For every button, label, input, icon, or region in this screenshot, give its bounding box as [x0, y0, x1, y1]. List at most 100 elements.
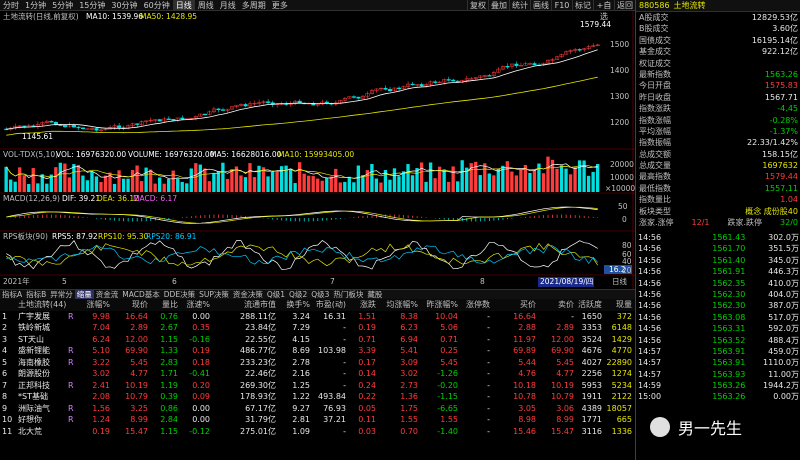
tick-row: 14:59 1563.26 1944.2万 [636, 380, 800, 391]
table-row[interactable]: 8 *ST基础 2.08 10.79 0.39 0.09 178.93亿 1.22 493.84… [0, 391, 635, 403]
chart-tool-button[interactable]: 复权 [467, 0, 488, 11]
period-tab[interactable]: 更多 [269, 0, 291, 11]
tick-v: 1110.0万 [763, 358, 800, 368]
cell-bid: 15.46 [513, 426, 536, 436]
column-header[interactable]: 现价 [112, 299, 148, 311]
vol-tick-20000: 20000 [610, 160, 634, 169]
column-header[interactable]: 涨速% [180, 299, 210, 311]
cell-bid: 5.44 [518, 357, 536, 367]
column-header[interactable]: 买价 [496, 299, 536, 311]
column-header[interactable]: 土地流转(44) [18, 299, 68, 311]
tick-v: 592.0万 [768, 324, 800, 334]
indicator-tab[interactable]: 异常分 [48, 290, 75, 300]
column-header[interactable]: 活跃度 [574, 299, 602, 311]
rps5-readout: RPS5: 87.92 [52, 232, 98, 241]
table-row[interactable]: 7 正邦科技 R 2.41 10.19 1.19 0.20 269.30亿 1.25 - 0.24 2… [0, 380, 635, 392]
table-row[interactable]: 11 北大荒 0.19 15.47 1.15 -0.12 275.01亿 1.09 - 0.03 0… [0, 426, 635, 438]
column-header[interactable]: 均涨幅% [380, 299, 418, 311]
cell-n: 11 [2, 426, 13, 436]
macd-bar [353, 217, 355, 218]
cell-price: 69.90 [125, 346, 148, 355]
chart-tool-button[interactable]: 画线 [530, 0, 551, 11]
period-tab[interactable]: 1分钟 [22, 0, 49, 11]
rps20-readout: RPS20: 86.91 [146, 232, 197, 241]
macd-bar [123, 218, 125, 222]
candle-body [220, 109, 225, 111]
chart-tool-button[interactable]: +自选 [593, 0, 614, 21]
tick-list[interactable]: 14:56 1561.43 302.0万 14:56 1561.70 351.5万 14:5… [636, 232, 800, 403]
table-row[interactable]: 4 盛新锂能 R 5.10 69.90 1.33 0.19 486.77亿 8.69 103.98… [0, 345, 635, 357]
period-tab[interactable]: 15分钟 [76, 0, 108, 11]
volume-bar [388, 179, 392, 192]
period-tab[interactable]: 30分钟 [108, 0, 140, 11]
chart-tool-button[interactable]: 返回 [614, 0, 635, 11]
cell-vol: 665 [616, 415, 632, 424]
period-tab[interactable]: 60分钟 [141, 0, 173, 11]
cell-n: 4 [2, 346, 8, 355]
down-label: 跌家.跌停 [727, 218, 763, 228]
indicator-tab[interactable]: Q级3 [309, 290, 331, 300]
indicator-tab[interactable]: 指标A [0, 290, 24, 300]
table-row[interactable]: 5 海南橡胶 R 3.22 5.45 2.83 0.18 233.23亿 2.78 - 0.17 3.… [0, 357, 635, 369]
cell-cap: 178.93亿 [240, 392, 276, 401]
kline-chart-area[interactable]: 土地流转(日线,前复权) MA10: 1539.96 MA50: 1428.95… [0, 11, 635, 289]
column-header[interactable]: 现量 [602, 299, 632, 311]
vol-tick-unit: ×10000 [605, 184, 635, 193]
column-header[interactable]: 卖价 [538, 299, 574, 311]
column-header[interactable]: 流通市值 [218, 299, 276, 311]
indicator-tab[interactable]: 指标B [24, 290, 48, 300]
period-tab[interactable]: 日线 [172, 0, 195, 11]
volume-bar [460, 160, 464, 192]
table-row[interactable]: 6 朗源股份 3.02 4.77 1.71 -0.41 22.46亿 2.16 - 0.14 3.0… [0, 368, 635, 380]
table-row[interactable]: 1 广宇发展 R 9.98 16.64 0.76 0.00 288.11亿 3.24 16.31 1… [0, 311, 635, 323]
indicator-tab[interactable]: MACD基本 [120, 290, 161, 300]
tick-row: 14:56 1563.31 592.0万 [636, 323, 800, 334]
table-row[interactable]: 9 洲际油气 R 1.56 3.25 0.86 0.00 67.17亿 9.27 76.93 0.0… [0, 403, 635, 415]
indicator-tab[interactable]: 藏股 [365, 290, 384, 300]
table-row[interactable]: 3 ST天山 6.24 12.00 1.15 -0.16 22.55亿 4.15 - 0.71 6.… [0, 334, 635, 346]
table-row[interactable]: 2 铁岭新城 7.04 2.89 2.67 0.35 23.84亿 7.29 - 0.19 6.23… [0, 322, 635, 334]
period-tab[interactable]: 5分钟 [49, 0, 76, 11]
candle-body [85, 128, 90, 130]
cell-name: 洲际油气 [18, 403, 50, 413]
volume-bar [519, 169, 523, 192]
macd-bar [597, 217, 599, 218]
indicator-tab[interactable]: Q级1 [265, 290, 287, 300]
stat-row: 今日开盘 1575.83 [636, 80, 800, 91]
chart-tool-button[interactable]: 叠加 [488, 0, 509, 11]
column-header[interactable]: 换手% [280, 299, 310, 311]
volume-panel-label: VOL-TDX(5,10) [3, 150, 58, 159]
period-tab[interactable]: 分时 [0, 0, 22, 11]
stat-label: 平均涨幅 [639, 126, 671, 136]
cell-pe: - [343, 426, 346, 436]
indicator-tab[interactable]: 缩量 [74, 289, 94, 300]
macd-bar [28, 215, 30, 218]
column-header[interactable]: 量比 [150, 299, 178, 311]
chart-tool-button[interactable]: F10 [551, 0, 572, 11]
period-tab[interactable]: 多周期 [239, 0, 269, 11]
volume-bar [577, 160, 582, 192]
chart-tool-button[interactable]: 统计 [509, 0, 530, 11]
table-row[interactable]: 10 好想你 R 1.24 8.99 2.84 0.00 31.79亿 2.81 37.21 0.1… [0, 414, 635, 426]
indicator-tab[interactable]: SUP决策 [197, 290, 231, 300]
cell-pe: - [343, 380, 346, 390]
period-tab[interactable]: 月线 [217, 0, 239, 11]
period-tab[interactable]: 周线 [195, 0, 217, 11]
column-header[interactable]: 市盈(动) [312, 299, 346, 311]
volume-bar [130, 170, 135, 192]
volume-bar [510, 171, 514, 192]
indicator-tab[interactable]: 资金决策 [231, 290, 265, 300]
indicator-tab[interactable]: DDE决策 [162, 290, 197, 300]
column-header[interactable]: 涨幅% [80, 299, 110, 311]
column-header[interactable]: 涨停数 [462, 299, 490, 311]
volume-bar [148, 169, 153, 192]
volume-bar [505, 161, 509, 192]
column-header[interactable]: 涨跌 [350, 299, 376, 311]
indicator-tab[interactable]: 资金流 [94, 290, 121, 300]
indicator-tab[interactable]: Q级2 [287, 290, 309, 300]
macd-bar [321, 218, 323, 221]
macd-bar [231, 214, 233, 218]
chart-tool-button[interactable]: 标记 [572, 0, 593, 11]
column-header[interactable]: 昨涨幅% [420, 299, 458, 311]
indicator-tab[interactable]: 热门板块 [331, 290, 365, 300]
